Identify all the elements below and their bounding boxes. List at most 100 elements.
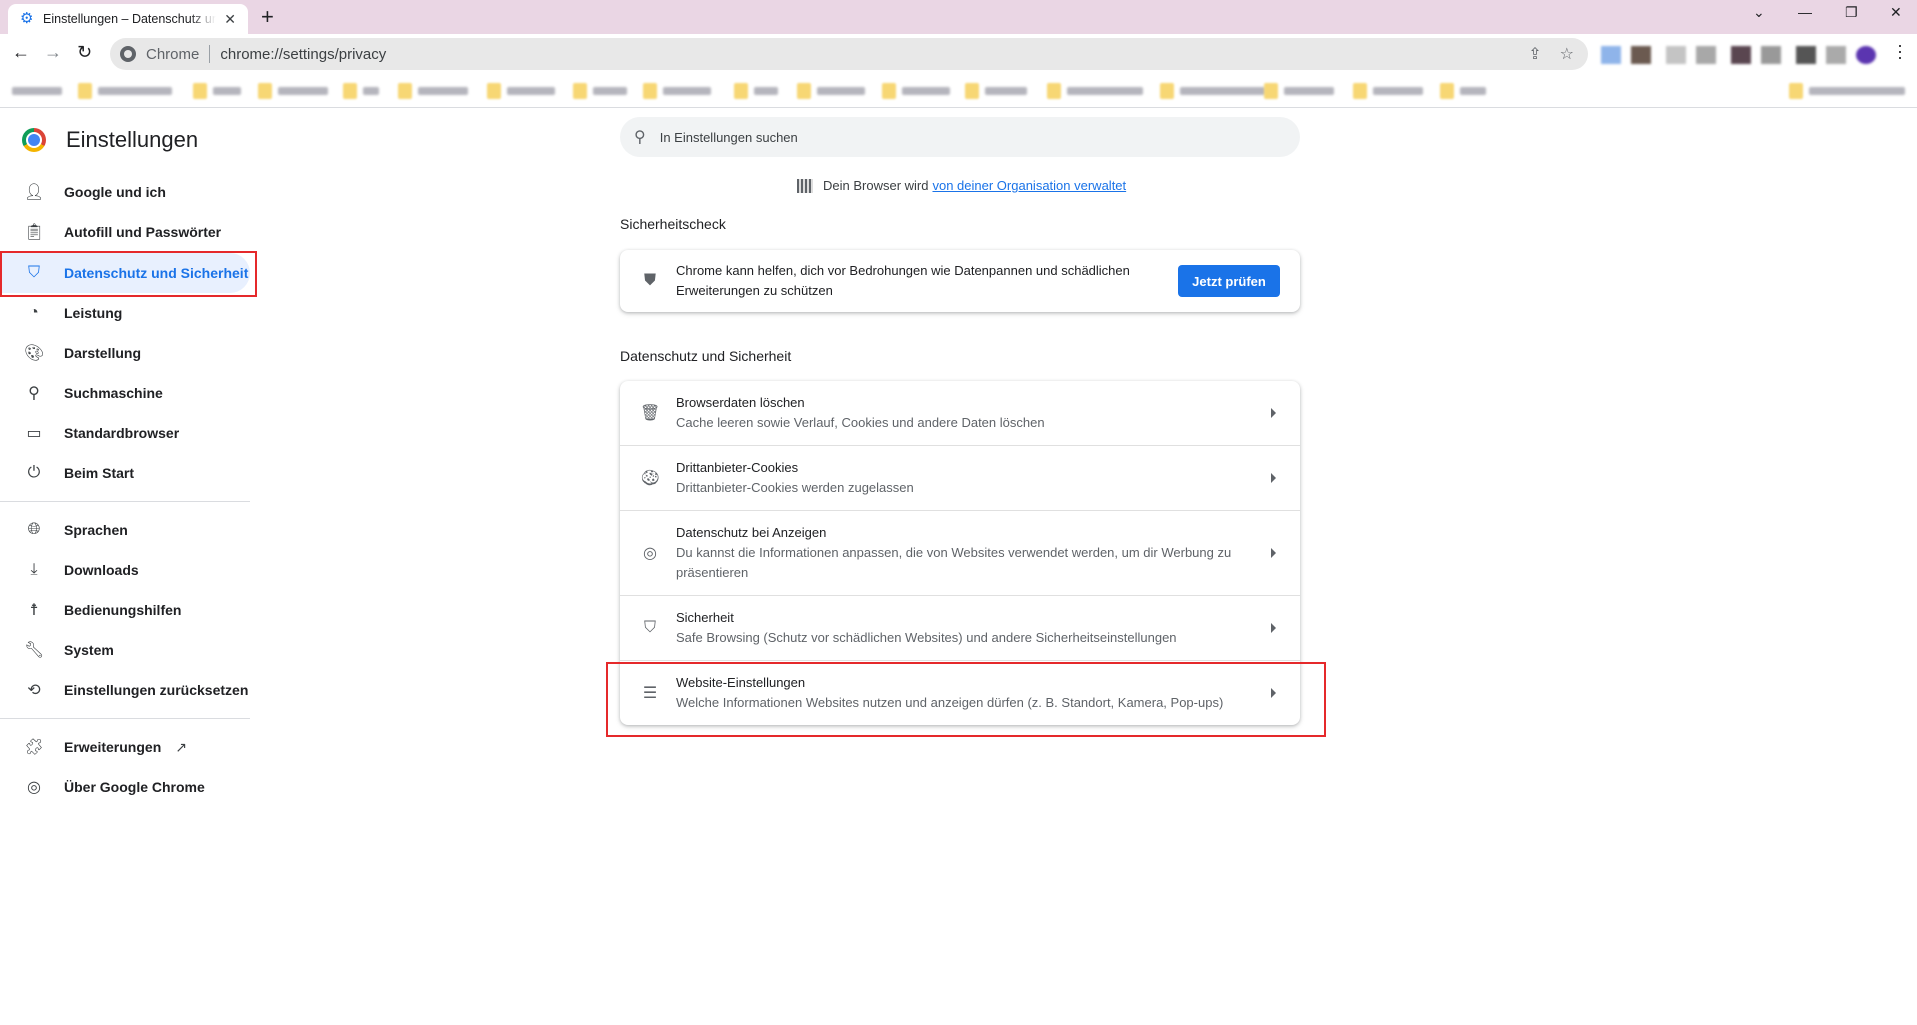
external-link-icon: ↗: [175, 738, 187, 755]
back-icon[interactable]: ←: [12, 42, 30, 63]
chevron-right-icon: [1271, 548, 1276, 558]
sidebar-item-about[interactable]: ◎ Über Google Chrome: [0, 767, 250, 807]
chrome-logo-icon: [22, 128, 46, 152]
bookmark-item[interactable]: [882, 83, 950, 99]
sidebar-item-reset[interactable]: ⟲ Einstellungen zurücksetzen: [0, 670, 250, 710]
puzzle-icon: 🧩︎: [24, 739, 45, 756]
share-icon[interactable]: ⇪: [1528, 44, 1541, 64]
forward-icon[interactable]: →: [44, 42, 62, 63]
chrome-icon: [120, 46, 136, 62]
bookmark-item[interactable]: [797, 83, 865, 99]
clipboard-icon: 📋︎: [24, 224, 45, 241]
close-tab-icon[interactable]: ✕: [224, 11, 236, 28]
bookmark-item[interactable]: [12, 83, 62, 99]
bookmark-item[interactable]: [487, 83, 555, 99]
sidebar-item-search-engine[interactable]: ⚲ Suchmaschine: [0, 373, 250, 413]
chevron-right-icon: [1271, 473, 1276, 483]
sidebar-item-accessibility[interactable]: ☨ Bedienungshilfen: [0, 590, 250, 630]
sidebar-item-extensions[interactable]: 🧩︎ Erweiterungen ↗: [0, 727, 250, 767]
speedometer-icon: ◔: [29, 304, 39, 321]
annotation-highlight-box: [0, 251, 257, 297]
row-security[interactable]: ⛉ Sicherheit Safe Browsing (Schutz vor sc…: [620, 595, 1300, 660]
extension-icon[interactable]: [1696, 46, 1716, 64]
annotation-highlight-box: [606, 662, 1326, 737]
tab-title: Einstellungen – Datenschutz und Sicherhe…: [43, 12, 217, 26]
search-icon: ⚲: [28, 385, 40, 402]
tab-strip: ⚙ Einstellungen – Datenschutz und Sicher…: [0, 0, 1917, 34]
extension-icon[interactable]: [1731, 46, 1751, 64]
bookmark-item[interactable]: [258, 83, 328, 99]
new-tab-button[interactable]: +: [261, 5, 274, 29]
sidebar-item-google[interactable]: 👤︎ Google und ich: [0, 172, 250, 212]
ad-privacy-icon: ◎: [643, 545, 657, 562]
sidebar-item-autofill[interactable]: 📋︎ Autofill und Passwörter: [0, 212, 250, 252]
gear-icon: ⚙: [20, 10, 34, 27]
other-bookmarks[interactable]: [1789, 83, 1905, 99]
extension-icon[interactable]: [1601, 46, 1621, 64]
section-title-safety-check: Sicherheitscheck: [620, 216, 726, 232]
restore-button[interactable]: ❐: [1845, 4, 1858, 21]
toolbar: ← → ↻ Chrome chrome://settings/privacy ⇪…: [0, 34, 1917, 74]
bookmark-item[interactable]: [78, 83, 172, 99]
sidebar-divider: [0, 501, 250, 502]
url-text[interactable]: chrome://settings/privacy: [220, 46, 386, 63]
accessibility-icon: ☨: [29, 602, 39, 619]
sidebar-item-system[interactable]: 🔧︎ System: [0, 630, 250, 670]
bookmark-item[interactable]: [398, 83, 468, 99]
bookmark-item[interactable]: [643, 83, 711, 99]
sidebar-item-appearance[interactable]: 🎨︎ Darstellung: [0, 333, 250, 373]
sidebar-item-languages[interactable]: 🌐︎ Sprachen: [0, 510, 250, 550]
bookmark-item[interactable]: [734, 83, 778, 99]
check-now-button[interactable]: Jetzt prüfen: [1178, 265, 1280, 297]
bookmark-item[interactable]: [1047, 83, 1143, 99]
search-input[interactable]: [659, 129, 1260, 145]
bookmark-item[interactable]: [1264, 83, 1334, 99]
close-window-button[interactable]: ✕: [1890, 4, 1902, 21]
minimize-button[interactable]: —: [1798, 4, 1812, 20]
chevron-right-icon: [1271, 408, 1276, 418]
extension-icon[interactable]: [1631, 46, 1651, 64]
omnibox-separator: [209, 45, 211, 63]
managed-text: Dein Browser wird: [823, 178, 929, 193]
settings-search[interactable]: ⚲: [620, 117, 1300, 157]
bookmark-item[interactable]: [343, 83, 379, 99]
building-icon: [797, 178, 813, 193]
tab-search-icon[interactable]: ⌄: [1753, 4, 1765, 21]
globe-icon: 🌐︎: [27, 521, 41, 538]
address-bar[interactable]: Chrome chrome://settings/privacy ⇪ ☆: [110, 38, 1588, 70]
managed-notice: Dein Browser wird von deiner Organisatio…: [797, 178, 1126, 193]
palette-icon: 🎨︎: [24, 345, 45, 362]
profile-avatar[interactable]: [1856, 46, 1876, 64]
safety-check-text: Chrome kann helfen, dich vor Bedrohungen…: [676, 263, 1130, 298]
extension-icon[interactable]: [1666, 46, 1686, 64]
sidebar-item-downloads[interactable]: ⤓ Downloads: [0, 550, 250, 590]
row-third-party-cookies[interactable]: 🍪︎ Drittanbieter-Cookies Drittanbieter-Co…: [620, 445, 1300, 510]
row-ad-privacy[interactable]: ◎ Datenschutz bei Anzeigen Du kannst die …: [620, 510, 1300, 595]
tab-settings[interactable]: ⚙ Einstellungen – Datenschutz und Sicher…: [8, 4, 248, 34]
menu-icon[interactable]: · · ·: [1897, 36, 1903, 66]
star-icon[interactable]: ☆: [1560, 44, 1574, 64]
bookmark-item[interactable]: [1353, 83, 1423, 99]
row-clear-browsing-data[interactable]: 🗑︎ Browserdaten löschen Cache leeren sowi…: [620, 381, 1300, 445]
bookmark-item[interactable]: [1440, 83, 1486, 99]
sidebar-item-default-browser[interactable]: ▭ Standardbrowser: [0, 413, 250, 453]
page-title: Einstellungen: [66, 127, 199, 152]
chevron-right-icon: [1271, 623, 1276, 633]
download-icon: ⤓: [30, 561, 38, 578]
bookmark-item[interactable]: [573, 83, 627, 99]
shield-check-icon: ⛊: [643, 272, 656, 289]
bookmark-item[interactable]: [193, 83, 241, 99]
power-icon: ⏻: [27, 464, 41, 481]
extension-icon[interactable]: [1826, 46, 1846, 64]
bookmarks-bar: [0, 74, 1917, 108]
bookmark-item[interactable]: [965, 83, 1027, 99]
sidebar-item-on-startup[interactable]: ⏻ Beim Start: [0, 453, 250, 493]
reload-icon[interactable]: ↻: [77, 42, 92, 63]
managed-link[interactable]: von deiner Organisation verwaltet: [932, 178, 1126, 193]
bookmark-item[interactable]: [1160, 83, 1266, 99]
wrench-icon: 🔧︎: [24, 642, 45, 659]
sidebar-item-performance[interactable]: ◔ Leistung: [0, 293, 250, 333]
sidebar-divider: [0, 718, 250, 719]
extension-icon[interactable]: [1761, 46, 1781, 64]
extension-icon[interactable]: [1796, 46, 1816, 64]
